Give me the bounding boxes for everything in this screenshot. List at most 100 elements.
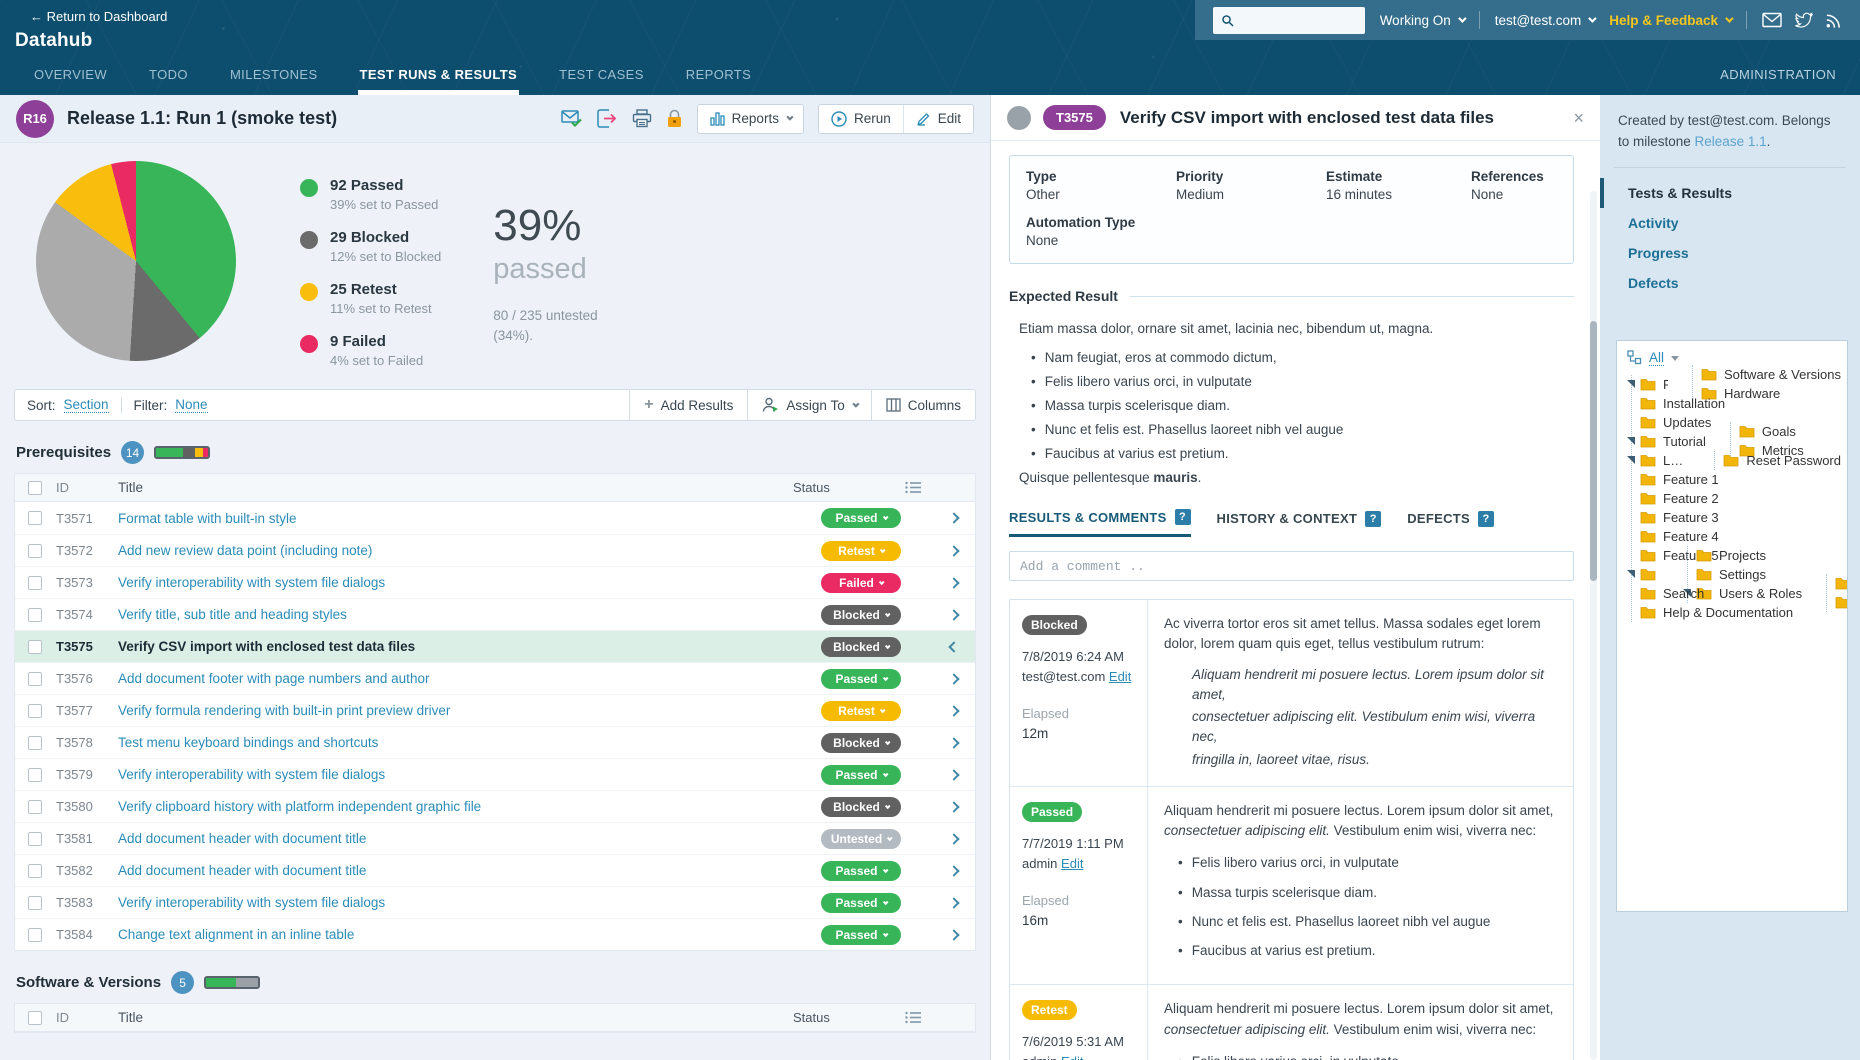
row-checkbox[interactable] [28,928,42,942]
working-on-menu[interactable]: Working On [1380,13,1464,28]
table-row[interactable]: T3574 Verify title, sub title and headin… [15,598,975,630]
col-id[interactable]: ID [56,480,118,495]
comment-input[interactable]: Add a comment .. [1009,551,1574,581]
open-test-button[interactable] [933,547,975,555]
test-title-link[interactable]: Change text alignment in an inline table [118,927,821,942]
test-title-link[interactable]: Verify interoperability with system file… [118,895,821,910]
open-test-button[interactable] [933,835,975,843]
tree-expander-icon[interactable] [1726,427,1739,436]
milestone-link[interactable]: Release 1.1 [1695,134,1767,149]
account-menu[interactable]: test@test.com [1495,13,1594,28]
edit-link[interactable]: Edit [1061,856,1083,871]
tab-test-cases[interactable]: TEST CASES [557,57,646,95]
table-row[interactable]: T3577 Verify formula rendering with buil… [15,694,975,726]
sort-value-link[interactable]: Section [64,397,109,413]
test-title-link[interactable]: Add document header with document title [118,831,821,846]
rerun-button[interactable]: Rerun [819,105,903,133]
group-list-icon[interactable] [905,481,921,494]
email-results-icon[interactable] [561,109,583,128]
test-title-link[interactable]: Verify title, sub title and heading styl… [118,607,821,622]
email-icon[interactable] [1762,12,1782,28]
sidebar-nav-tests-results[interactable]: Tests & Results [1600,178,1844,208]
status-badge[interactable]: Retest [821,541,901,561]
status-badge[interactable]: Blocked [821,797,901,817]
test-title-link[interactable]: Test menu keyboard bindings and shortcut… [118,735,821,750]
tab-reports[interactable]: REPORTS [684,57,753,95]
tree-item-login-account[interactable]: Login & Account Reset Password [1632,451,1841,470]
table-row[interactable]: T3579 Verify interoperability with syste… [15,758,975,790]
select-all-checkbox[interactable] [28,481,42,495]
col-status[interactable]: Status [793,480,905,495]
tree-expander-icon[interactable] [1627,494,1640,503]
table-row[interactable]: T3583 Verify interoperability with syste… [15,886,975,918]
col-title[interactable]: Title [118,1010,793,1025]
col-id[interactable]: ID [56,1010,118,1025]
row-checkbox[interactable] [28,736,42,750]
status-badge[interactable]: Passed [821,893,901,913]
tree-item-feature-4[interactable]: Feature 4 [1632,527,1841,546]
row-checkbox[interactable] [28,800,42,814]
help-icon[interactable]: ? [1175,509,1191,525]
return-to-dashboard-link[interactable]: ← Return to Dashboard [30,9,167,24]
status-badge[interactable]: Retest [821,701,901,721]
row-checkbox[interactable] [28,768,42,782]
open-test-button[interactable] [933,803,975,811]
reports-button[interactable]: Reports [698,105,803,133]
tree-expander-icon[interactable] [1627,380,1640,389]
tab-overview[interactable]: OVERVIEW [32,57,109,95]
tree-item-goals[interactable]: Goals [1731,422,1804,441]
row-checkbox[interactable] [28,896,42,910]
test-title-link[interactable]: Add document footer with page numbers an… [118,671,821,686]
tree-expander-icon[interactable] [1822,579,1835,588]
status-badge[interactable]: Blocked [821,733,901,753]
tree-item-administration[interactable]: Administration Projects Settings Users &… [1632,565,1841,584]
open-test-button[interactable] [933,899,975,907]
help-icon[interactable]: ? [1365,511,1381,527]
sidebar-nav-progress[interactable]: Progress [1616,238,1844,268]
table-row[interactable]: T3581 Add document header with document … [15,822,975,854]
tree-expander-icon[interactable] [1627,437,1640,446]
tree-expander-icon[interactable] [1627,570,1640,579]
tree-item-projects[interactable]: Projects [1688,546,1848,565]
tree-expander-icon[interactable] [1627,475,1640,484]
table-row[interactable]: T3582 Add document header with document … [15,854,975,886]
tree-expander-icon[interactable] [1627,551,1640,560]
tree-item-help-documentation[interactable]: Help & Documentation [1632,603,1841,622]
print-icon[interactable] [632,109,652,128]
tree-expander-icon[interactable] [1627,589,1640,598]
tree-filter-value[interactable]: All [1649,350,1664,366]
lock-icon[interactable] [666,109,683,129]
test-title-link[interactable]: Verify clipboard history with platform i… [118,799,821,814]
tree-expander-icon[interactable] [1688,370,1701,379]
tree-expander-icon[interactable] [1627,532,1640,541]
tree-item-reset-password[interactable]: Reset Password [1715,451,1841,470]
test-title-link[interactable]: Verify interoperability with system file… [118,575,821,590]
filter-value-link[interactable]: None [175,397,207,413]
open-test-button[interactable] [933,739,975,747]
sidebar-nav-defects[interactable]: Defects [1616,268,1844,298]
select-all-checkbox[interactable] [28,1011,42,1025]
tab-todo[interactable]: TODO [147,57,190,95]
test-title-link[interactable]: Add document header with document title [118,863,821,878]
status-badge[interactable]: Failed [821,573,901,593]
help-icon[interactable]: ? [1478,511,1494,527]
edit-button[interactable]: Edit [903,105,973,133]
col-status[interactable]: Status [793,1010,905,1025]
tree-item-permissions[interactable]: Permissions [1827,574,1848,593]
status-badge[interactable]: Passed [821,861,901,881]
test-title-link[interactable]: Verify interoperability with system file… [118,767,821,782]
tree-expander-icon[interactable] [1683,570,1696,579]
test-title-link[interactable]: Format table with built-in style [118,511,821,526]
scrollbar-thumb[interactable] [1590,321,1597,581]
scrollbar[interactable] [1590,191,1597,1060]
table-row[interactable]: T3576 Add document footer with page numb… [15,662,975,694]
table-row[interactable]: T3578 Test menu keyboard bindings and sh… [15,726,975,758]
export-icon[interactable] [597,109,618,128]
open-test-button[interactable] [933,675,975,683]
table-row[interactable]: T3580 Verify clipboard history with plat… [15,790,975,822]
detail-tab-history-context[interactable]: HISTORY & CONTEXT ? [1217,509,1382,537]
tree-expander-icon[interactable] [1683,551,1696,560]
tab-test-runs-results[interactable]: TEST RUNS & RESULTS [358,57,520,95]
table-row[interactable]: T3572 Add new review data point (includi… [15,534,975,566]
tree-expander-icon[interactable] [1822,598,1835,607]
